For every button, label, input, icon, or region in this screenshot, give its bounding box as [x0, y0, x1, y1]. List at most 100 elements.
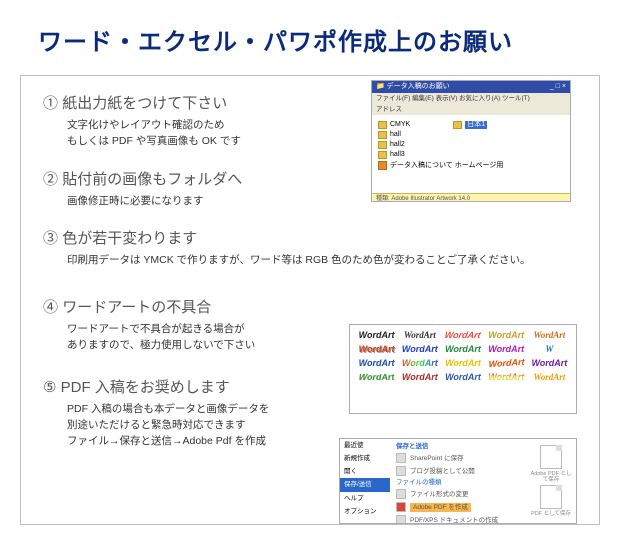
pdf-file-icon	[540, 485, 562, 509]
item-desc-line: 印刷用データは YMCK で作りますが、ワード等は RGB 色のため色が変わるこ…	[43, 252, 563, 268]
item-title: ワードアートの不具合	[62, 299, 211, 316]
item-desc-line: 画像修正時に必要になります	[43, 193, 293, 209]
list-item: ファイル形式の変更	[396, 489, 520, 499]
wordart-sample: WordArt	[488, 331, 525, 341]
item-number: ②	[43, 171, 58, 188]
sidebar-item: 開く	[340, 465, 390, 478]
pdf-panel-thumbnail: 最近使 新規作成 開く 保存/送信 ヘルプ オプション 保存と送信 ShareP…	[339, 438, 577, 524]
wordart-sample: WordArt	[444, 359, 481, 369]
folder-label: CMYK	[390, 121, 410, 129]
sidebar-item: 最近使	[340, 439, 390, 452]
list-item-highlight: Adobe PDF を作成	[396, 502, 520, 512]
file-label: データ入稿について ホームページ用	[390, 162, 503, 170]
wordart-sample: WordArt	[444, 345, 481, 355]
pdf-file-icon	[540, 445, 562, 469]
content-frame: ① 紙出力紙をつけて下さい 文字化けやレイアウト確認のため もしくは PDF や…	[20, 75, 600, 525]
item-number: ⑤	[43, 379, 56, 396]
item-desc-line: ワードアートで不具合が起きる場合が	[43, 321, 293, 337]
wordart-sample: WordArt	[401, 359, 438, 369]
pdf-icon	[396, 502, 406, 512]
explorer-thumbnail: 📁 データ入稿のお願い _ □ × ファイル(F) 編集(E) 表示(V) お気…	[371, 80, 571, 202]
folder-icon	[378, 151, 387, 159]
item-number: ③	[43, 230, 58, 247]
list-item: SharePoint に保存	[396, 453, 520, 463]
window-controls: _ □ ×	[550, 83, 566, 91]
folder-row: hall	[378, 131, 564, 139]
folder-row: hall3	[378, 151, 564, 159]
window-statusbar: 種類: Adobe Illustrator Artwork 14.0 サイズ: …	[372, 193, 570, 202]
folder-row: CMYK 日本1	[378, 121, 564, 129]
wordart-sample: WordArt	[358, 359, 395, 369]
backstage-subtitle: ファイルの種類	[396, 479, 520, 486]
wordart-sample: WordArt	[531, 373, 568, 383]
folder-icon: 📁 データ入稿のお願い	[376, 83, 450, 91]
folder-icon	[378, 131, 387, 139]
folder-icon	[378, 141, 387, 149]
doc-icon	[396, 453, 406, 463]
item-number: ④	[43, 299, 58, 316]
wordart-sample: WordArt	[488, 357, 525, 369]
wordart-sample: WordArt	[401, 331, 438, 341]
folder-row: データ入稿について ホームページ用	[378, 161, 564, 170]
backstage-right: Adobe PDF として保存 PDF として保存	[526, 439, 576, 523]
folder-label: hall3	[390, 151, 405, 159]
list-item: PDF/XPS ドキュメントの作成	[396, 515, 520, 524]
right-label: Adobe PDF として保存	[530, 471, 572, 483]
sidebar-item: 新規作成	[340, 452, 390, 465]
item-title: 貼付前の画像もフォルダへ	[62, 171, 242, 188]
status-line: 種類: Adobe Illustrator Artwork 14.0	[376, 196, 566, 202]
item-desc-line: 別途いただけると緊急時対応できます	[43, 417, 293, 433]
wordart-sample: WordArt	[401, 373, 438, 383]
wordart-sample: WordArt	[358, 331, 395, 341]
wordart-sample: WordArt	[357, 373, 396, 382]
item-heading: ④ ワードアートの不具合	[43, 296, 587, 317]
wordart-sample: WordArt	[401, 345, 438, 355]
wordart-sample: WordArt	[531, 359, 568, 369]
note-item-3: ③ 色が若干変わります 印刷用データは YMCK で作りますが、ワード等は RG…	[43, 227, 587, 268]
item-heading: ③ 色が若干変わります	[43, 227, 587, 248]
sidebar-item: オプション	[340, 505, 390, 518]
folder-icon	[378, 121, 387, 129]
wordart-sample: WordArt	[358, 345, 395, 355]
folder-label: hall	[390, 131, 401, 139]
list-label: SharePoint に保存	[410, 455, 463, 462]
window-title-text: データ入稿のお願い	[387, 83, 450, 90]
item-desc-line: もしくは PDF や写真画像も OK です	[43, 133, 293, 149]
window-body: CMYK 日本1 hall hall2 hall3 データ入稿について ホームペ…	[372, 115, 570, 193]
list-label: ファイル形式の変更	[410, 491, 469, 498]
wordart-sample: W	[531, 345, 568, 355]
file-icon	[378, 161, 387, 170]
window-addressbar: アドレス	[372, 104, 570, 115]
item-desc-line: PDF 入稿の場合も本データと画像データを	[43, 401, 293, 417]
item-title: 紙出力紙をつけて下さい	[62, 95, 227, 112]
wordart-thumbnail: WordArt WordArt WordArt WordArt WordArt …	[349, 324, 577, 414]
doc-icon	[396, 515, 406, 524]
list-item: ブログ投稿として公開	[396, 466, 520, 476]
backstage-title: 保存と送信	[396, 443, 520, 450]
list-label: PDF/XPS ドキュメントの作成	[410, 517, 498, 524]
folder-label: hall2	[390, 141, 405, 149]
backstage-sidebar: 最近使 新規作成 開く 保存/送信 ヘルプ オプション	[340, 439, 390, 523]
list-label: ブログ投稿として公開	[410, 468, 475, 475]
folder-row: hall2	[378, 141, 564, 149]
doc-icon	[396, 466, 406, 476]
window-titlebar: 📁 データ入稿のお願い _ □ ×	[372, 81, 570, 93]
item-title: 色が若干変わります	[62, 230, 197, 247]
wordart-sample: WordArt	[444, 331, 483, 341]
page-title: ワード・エクセル・パワポ作成上のお願い	[0, 0, 620, 57]
right-label: PDF として保存	[530, 511, 572, 517]
list-label: Adobe PDF を作成	[410, 503, 471, 512]
sidebar-item-selected: 保存/送信	[340, 478, 390, 491]
item-title: PDF 入稿をお奨めします	[61, 379, 230, 396]
item-desc-line: ありますので、極力使用しないで下さい	[43, 337, 293, 353]
doc-icon	[396, 489, 406, 499]
wordart-sample: WordArt	[488, 345, 525, 355]
backstage-main: 保存と送信 SharePoint に保存 ブログ投稿として公開 ファイルの種類 …	[390, 439, 526, 523]
wordart-sample: WordArt	[488, 373, 525, 383]
folder-icon	[453, 121, 462, 129]
address-label: アドレス	[376, 106, 402, 113]
item-desc-line: ファイル→保存と送信→Adobe Pdf を作成	[43, 433, 293, 449]
item-desc-line: 文字化けやレイアウト確認のため	[43, 117, 293, 133]
folder-label-selected: 日本1	[465, 121, 487, 129]
wordart-sample: WordArt	[531, 331, 568, 341]
